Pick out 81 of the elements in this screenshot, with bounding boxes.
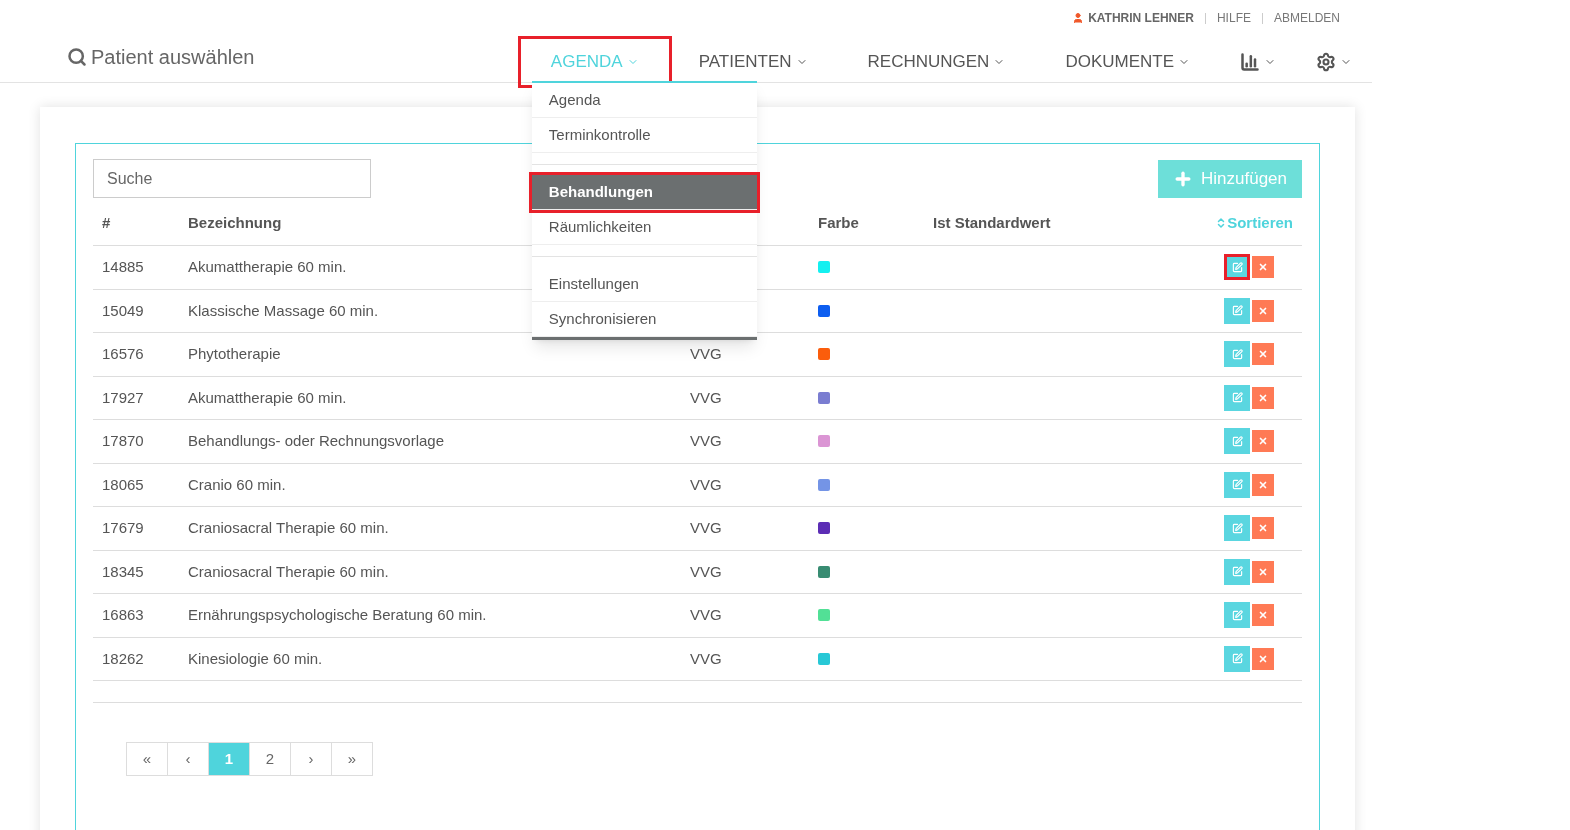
close-icon bbox=[1258, 610, 1268, 621]
table-cell: 17870 bbox=[102, 432, 144, 449]
page-button[interactable]: 2 bbox=[249, 742, 291, 776]
table-cell: 17679 bbox=[102, 519, 144, 536]
close-icon bbox=[1258, 349, 1268, 360]
table-cell: 16863 bbox=[102, 606, 144, 623]
bar-chart-icon bbox=[1240, 52, 1260, 72]
table-cell: Ernährungspsychologische Beratung 60 min. bbox=[188, 606, 487, 623]
edit-icon bbox=[1231, 305, 1243, 317]
edit-icon bbox=[1231, 653, 1243, 665]
delete-button[interactable] bbox=[1252, 386, 1274, 409]
edit-icon bbox=[1231, 392, 1243, 404]
delete-button[interactable] bbox=[1252, 560, 1274, 583]
table-cell: Cranio 60 min. bbox=[188, 475, 286, 493]
edit-icon bbox=[1231, 566, 1243, 578]
edit-icon bbox=[1231, 609, 1243, 621]
table-cell: Craniosacral Therapie 60 min. bbox=[188, 562, 389, 580]
delete-button[interactable] bbox=[1252, 256, 1274, 279]
settings-icon bbox=[1316, 52, 1336, 72]
nav-tab[interactable]: PATIENTEN bbox=[668, 39, 838, 85]
patient-search[interactable]: Patient auswählen bbox=[67, 42, 426, 72]
table-cell: VVG bbox=[690, 345, 722, 362]
edit-icon bbox=[1231, 435, 1243, 447]
page-button[interactable]: « bbox=[126, 742, 168, 776]
delete-button[interactable] bbox=[1252, 647, 1274, 670]
table-cell: Akumattherapie 60 min. bbox=[188, 258, 347, 275]
table-cell: Craniosacral Therapie 60 min. bbox=[188, 519, 389, 536]
edit-button[interactable] bbox=[1224, 254, 1250, 281]
table-cell: Kinesiologie 60 min. bbox=[188, 649, 323, 667]
table-cell: VVG bbox=[690, 388, 722, 406]
close-icon bbox=[1258, 523, 1268, 534]
header-link[interactable]: ABMELDEN bbox=[1273, 9, 1340, 27]
table-cell: 18262 bbox=[102, 649, 144, 667]
edit-icon bbox=[1231, 261, 1243, 273]
column-header: Farbe bbox=[818, 213, 859, 231]
delete-button[interactable] bbox=[1252, 430, 1274, 453]
menu-item[interactable]: Agenda bbox=[531, 83, 757, 118]
table-cell: 18065 bbox=[102, 475, 144, 493]
column-header: # bbox=[102, 213, 111, 231]
page-button[interactable]: » bbox=[331, 742, 373, 776]
header-link[interactable]: HILFE bbox=[1216, 9, 1251, 27]
close-icon bbox=[1258, 262, 1268, 273]
table-cell: VVG bbox=[690, 519, 722, 536]
close-icon bbox=[1258, 392, 1268, 403]
table-cell: VVG bbox=[690, 649, 722, 667]
column-header: Ist Standardwert bbox=[933, 213, 1051, 231]
table-cell: 16576 bbox=[102, 345, 144, 362]
nav-tab[interactable]: DOKUMENTE bbox=[1035, 39, 1220, 85]
table-cell: 17927 bbox=[102, 388, 144, 406]
table-cell: 18345 bbox=[102, 562, 144, 580]
user-name[interactable]: KATHRIN LEHNER bbox=[1072, 9, 1194, 27]
table-cell: VVG bbox=[690, 432, 722, 449]
edit-icon bbox=[1231, 522, 1243, 534]
menu-item[interactable]: Behandlungen bbox=[531, 175, 757, 210]
close-icon bbox=[1258, 305, 1268, 316]
column-header: Bezeichnung bbox=[188, 213, 282, 231]
search-field[interactable]: Suche bbox=[93, 159, 371, 198]
close-icon bbox=[1258, 653, 1268, 664]
table-cell: Behandlungs- oder Rechnungsvorlage bbox=[188, 432, 444, 449]
delete-button[interactable] bbox=[1252, 517, 1274, 540]
edit-icon bbox=[1231, 348, 1243, 360]
delete-button[interactable] bbox=[1252, 473, 1274, 496]
delete-button[interactable] bbox=[1252, 604, 1274, 627]
table-cell: 15049 bbox=[102, 301, 144, 319]
delete-button[interactable] bbox=[1252, 343, 1274, 366]
search-icon bbox=[67, 47, 87, 67]
table-cell: VVG bbox=[690, 606, 722, 623]
table-cell: Phytotherapie bbox=[188, 345, 281, 362]
table-cell: Klassische Massage 60 min. bbox=[188, 301, 379, 319]
table-cell: Akumattherapie 60 min. bbox=[188, 388, 347, 406]
nav-tab[interactable]: RECHNUNGEN bbox=[837, 39, 1036, 85]
table-cell: VVG bbox=[690, 562, 722, 580]
table-cell: VVG bbox=[690, 475, 722, 493]
table-cell: 14885 bbox=[102, 258, 144, 275]
close-icon bbox=[1258, 479, 1268, 490]
close-icon bbox=[1258, 436, 1268, 447]
edit-icon bbox=[1231, 479, 1243, 491]
close-icon bbox=[1258, 566, 1268, 577]
delete-button[interactable] bbox=[1252, 299, 1274, 322]
user-icon bbox=[1072, 12, 1085, 24]
page-button[interactable]: › bbox=[290, 742, 332, 776]
